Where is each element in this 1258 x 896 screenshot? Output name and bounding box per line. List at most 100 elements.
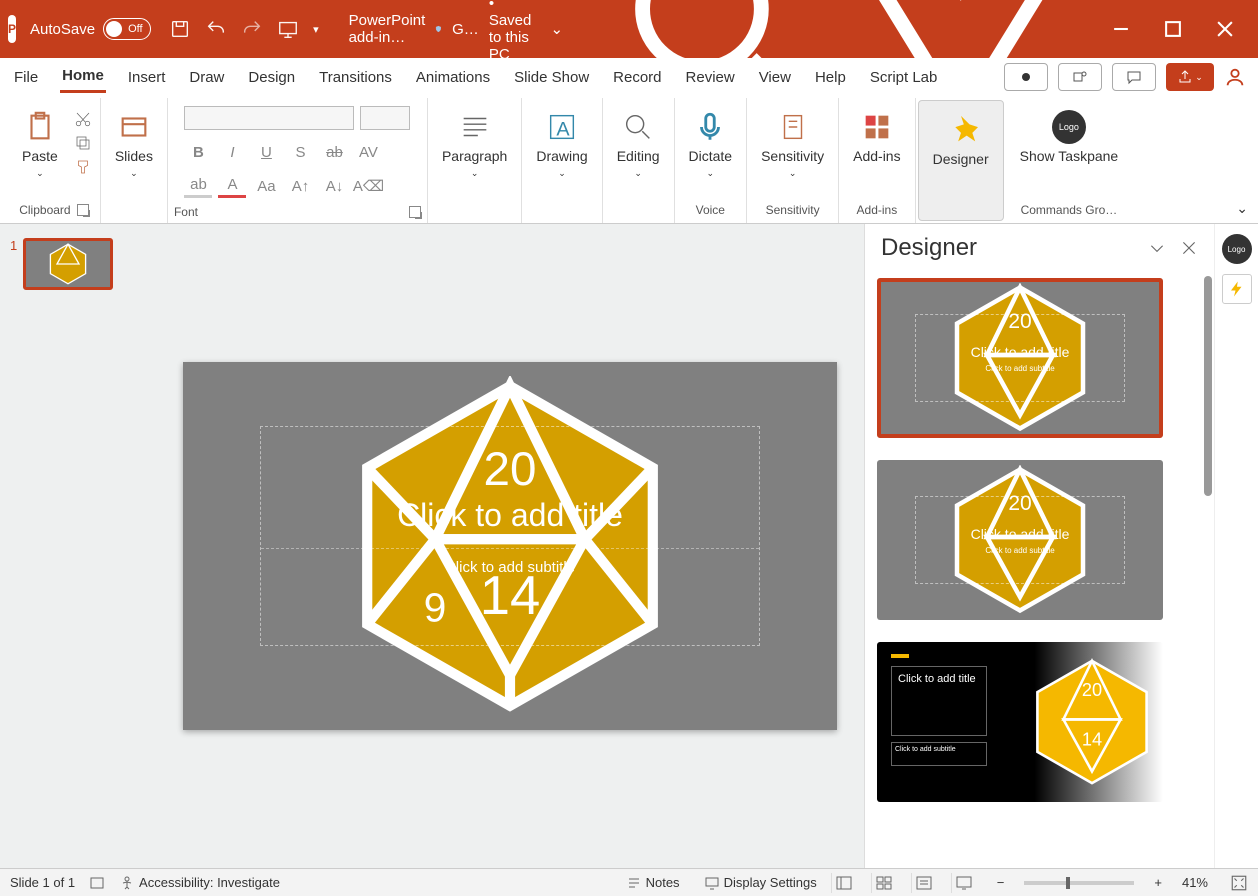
designer-card-1[interactable]: 20 Click to add title Click to add subti… bbox=[877, 278, 1163, 438]
cut-icon[interactable] bbox=[72, 110, 94, 128]
logo-icon: Logo bbox=[1052, 110, 1086, 144]
tab-review[interactable]: Review bbox=[684, 63, 737, 92]
chevron-down-icon[interactable] bbox=[1148, 239, 1166, 257]
saved-dropdown-icon[interactable]: ⌄ bbox=[551, 20, 564, 38]
logo-chip[interactable]: Logo bbox=[1222, 234, 1252, 264]
group-sensitivity: Sensitivity⌄ Sensitivity bbox=[747, 98, 839, 223]
undo-icon[interactable] bbox=[205, 18, 227, 40]
underline-button[interactable]: U bbox=[252, 140, 280, 164]
save-icon[interactable] bbox=[169, 18, 191, 40]
thumbnail-pane[interactable]: 1 bbox=[0, 224, 156, 868]
comments-button[interactable] bbox=[1112, 63, 1156, 91]
tab-slideshow[interactable]: Slide Show bbox=[512, 63, 591, 92]
document-name[interactable]: PowerPoint add-in… bbox=[349, 12, 426, 46]
teams-button[interactable] bbox=[1058, 63, 1102, 91]
close-icon[interactable] bbox=[1180, 239, 1198, 257]
drawing-button[interactable]: A Drawing⌄ bbox=[528, 106, 595, 183]
reading-view-button[interactable] bbox=[911, 873, 937, 893]
tab-file[interactable]: File bbox=[12, 63, 40, 92]
minimize-button[interactable] bbox=[1110, 18, 1132, 40]
maximize-button[interactable] bbox=[1162, 18, 1184, 40]
paragraph-button[interactable]: Paragraph⌄ bbox=[434, 106, 515, 183]
slide[interactable]: 20 14 6 Click to add title Click to add … bbox=[183, 362, 837, 730]
toggle-text: Off bbox=[128, 23, 142, 35]
shrink-font-button[interactable]: A↓ bbox=[320, 174, 348, 198]
subtitle-placeholder[interactable]: Click to add subtitle bbox=[445, 559, 575, 576]
font-size-select[interactable] bbox=[360, 106, 410, 130]
addins-button[interactable]: Add-ins bbox=[845, 106, 908, 168]
group-slides: Slides ⌄ bbox=[101, 98, 168, 223]
record-button[interactable] bbox=[1004, 63, 1048, 91]
tab-view[interactable]: View bbox=[757, 63, 793, 92]
tab-insert[interactable]: Insert bbox=[126, 63, 168, 92]
tab-animations[interactable]: Animations bbox=[414, 63, 492, 92]
qa-overflow-icon[interactable]: ▾ bbox=[313, 23, 319, 36]
designer-card-2[interactable]: 20 Click to add title Click to add subti… bbox=[877, 460, 1163, 620]
italic-button[interactable]: I bbox=[218, 140, 246, 164]
sorter-view-button[interactable] bbox=[871, 873, 897, 893]
sensitivity-button[interactable]: Sensitivity⌄ bbox=[753, 106, 832, 183]
tab-design[interactable]: Design bbox=[246, 63, 297, 92]
fit-window-icon[interactable] bbox=[1230, 874, 1248, 892]
slide-canvas-area[interactable]: 20 14 6 Click to add title Click to add … bbox=[156, 224, 864, 868]
copy-icon[interactable] bbox=[72, 134, 94, 152]
bold-button[interactable]: B bbox=[184, 140, 212, 164]
editing-button[interactable]: Editing⌄ bbox=[609, 106, 668, 183]
designer-button[interactable]: Designer bbox=[925, 109, 997, 171]
dictate-button[interactable]: Dictate⌄ bbox=[681, 106, 741, 183]
designer-bolt-button[interactable] bbox=[1222, 274, 1252, 304]
display-settings-button[interactable]: Display Settings bbox=[704, 875, 817, 891]
notes-button[interactable]: Notes bbox=[626, 875, 680, 891]
present-icon[interactable] bbox=[277, 18, 299, 40]
shadow-button[interactable]: S bbox=[286, 140, 314, 164]
paste-button[interactable]: Paste ⌄ bbox=[14, 106, 66, 183]
change-case-button[interactable]: Aa bbox=[252, 174, 280, 198]
zoom-in-button[interactable]: + bbox=[1154, 875, 1162, 890]
language-icon[interactable] bbox=[89, 875, 105, 891]
saved-status[interactable]: • Saved to this PC bbox=[489, 0, 541, 63]
autosave-toggle[interactable]: AutoSave Off bbox=[30, 18, 151, 40]
clipboard-dialog-launcher[interactable] bbox=[77, 204, 89, 216]
zoom-out-button[interactable]: − bbox=[997, 875, 1005, 890]
normal-view-button[interactable] bbox=[831, 873, 857, 893]
account-icon[interactable] bbox=[1224, 66, 1246, 88]
tab-help[interactable]: Help bbox=[813, 63, 848, 92]
thumbnail-item[interactable]: 1 bbox=[10, 238, 146, 290]
group-addins: Add-ins Add-ins bbox=[839, 98, 915, 223]
toggle-switch[interactable]: Off bbox=[103, 18, 151, 40]
redo-icon[interactable] bbox=[241, 18, 263, 40]
tab-draw[interactable]: Draw bbox=[187, 63, 226, 92]
tab-transitions[interactable]: Transitions bbox=[317, 63, 394, 92]
titlebar: P AutoSave Off ▾ PowerPoint add-in… G… •… bbox=[0, 0, 1258, 58]
slide-indicator[interactable]: Slide 1 of 1 bbox=[10, 875, 75, 890]
group-commands: Logo Show Taskpane Commands Gro… bbox=[1006, 98, 1133, 223]
strike-button[interactable]: ab bbox=[320, 140, 348, 164]
right-rail: Logo bbox=[1214, 224, 1258, 868]
show-taskpane-button[interactable]: Logo Show Taskpane bbox=[1012, 106, 1127, 169]
zoom-level[interactable]: 41% bbox=[1182, 875, 1208, 890]
grow-font-button[interactable]: A↑ bbox=[286, 174, 314, 198]
slides-button[interactable]: Slides ⌄ bbox=[107, 106, 161, 183]
designer-suggestions-list[interactable]: 20 Click to add title Click to add subti… bbox=[865, 272, 1214, 868]
title-placeholder[interactable]: Click to add title bbox=[397, 497, 623, 534]
font-name-select[interactable] bbox=[184, 106, 354, 130]
scrollbar[interactable] bbox=[1204, 276, 1212, 496]
share-button[interactable]: ⌄ bbox=[1166, 63, 1214, 91]
tab-scriptlab[interactable]: Script Lab bbox=[868, 63, 940, 92]
format-painter-icon[interactable] bbox=[72, 158, 94, 176]
title-placeholder-box[interactable]: Click to add title Click to add subtitle bbox=[260, 426, 760, 646]
slideshow-view-button[interactable] bbox=[951, 873, 977, 893]
designer-card-3[interactable]: Click to add title Click to add subtitle… bbox=[877, 642, 1163, 802]
accessibility-status[interactable]: Accessibility: Investigate bbox=[119, 875, 280, 891]
thumbnail-preview[interactable] bbox=[23, 238, 113, 290]
font-dialog-launcher[interactable] bbox=[409, 206, 421, 218]
highlight-button[interactable]: ab bbox=[184, 174, 212, 198]
close-button[interactable] bbox=[1214, 18, 1236, 40]
clear-format-button[interactable]: A⌫ bbox=[354, 174, 382, 198]
font-color-button[interactable]: A bbox=[218, 174, 246, 198]
tab-home[interactable]: Home bbox=[60, 61, 106, 93]
zoom-slider[interactable] bbox=[1024, 881, 1134, 885]
collapse-ribbon-icon[interactable]: ⌄ bbox=[1236, 200, 1248, 217]
spacing-button[interactable]: AV bbox=[354, 140, 382, 164]
tab-record[interactable]: Record bbox=[611, 63, 663, 92]
